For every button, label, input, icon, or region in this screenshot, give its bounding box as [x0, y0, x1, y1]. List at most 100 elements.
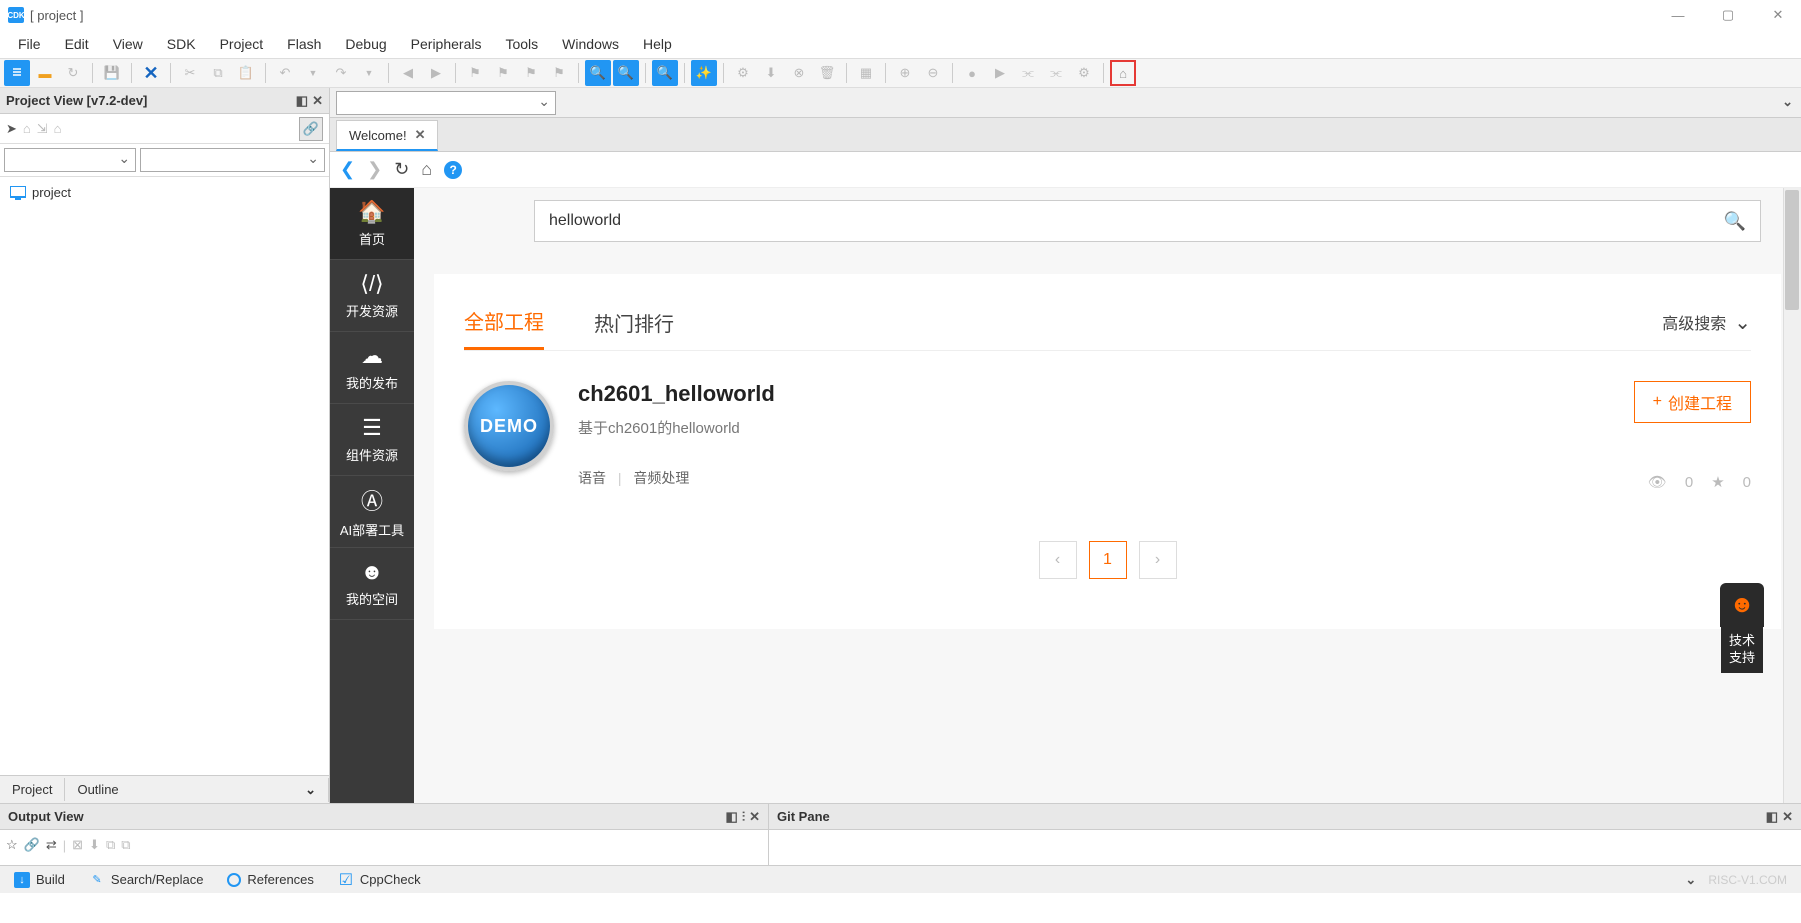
output-copy-icon[interactable]: ⧉	[106, 837, 115, 853]
menu-help[interactable]: Help	[633, 32, 682, 56]
menu-flash[interactable]: Flash	[277, 32, 331, 56]
menu-view[interactable]: View	[103, 32, 153, 56]
sidebar-dev-label: 开发资源	[346, 301, 398, 320]
project-view-bottom-tabs: Project Outline ⌄	[0, 775, 329, 803]
close-window-button[interactable]: ✕	[1763, 0, 1793, 30]
highlight-icon[interactable]: ✨	[691, 60, 717, 86]
circle-icon	[227, 873, 241, 887]
nav-refresh-icon[interactable]: ↻	[394, 159, 409, 180]
scrollbar-thumb[interactable]	[1785, 190, 1799, 310]
result-title[interactable]: ch2601_helloworld	[578, 381, 1610, 407]
editor-collapse-icon[interactable]: ⌄	[1782, 94, 1793, 110]
home-tree-icon[interactable]: ⌂	[23, 121, 31, 136]
result-tag-2[interactable]: 音频处理	[633, 470, 689, 486]
project-combo-1[interactable]	[4, 148, 136, 172]
welcome-sidebar: 🏠 首页 ⟨/⟩ 开发资源 ☁ 我的发布 ☰ 组件资源 Ⓐ AI部署工具	[330, 188, 414, 803]
monitor-icon	[10, 186, 26, 200]
search-icon[interactable]: 🔍	[1724, 211, 1746, 232]
page-next-button[interactable]: ›	[1139, 541, 1177, 579]
menu-edit[interactable]: Edit	[55, 32, 99, 56]
output-link-icon[interactable]: 🔗	[24, 837, 40, 853]
result-tag-1[interactable]: 语音	[578, 470, 606, 486]
search-files-icon[interactable]: 🔍	[652, 60, 678, 86]
project-tree[interactable]: project	[0, 177, 329, 775]
sidebar-item-home[interactable]: 🏠 首页	[330, 188, 414, 260]
menu-project[interactable]: Project	[210, 32, 274, 56]
link-editor-icon[interactable]: 🔗	[299, 117, 323, 141]
find-resource-icon[interactable]: 🔍	[613, 60, 639, 86]
minimize-button[interactable]: —	[1663, 0, 1693, 30]
bookmark-clear-icon: ⚑	[546, 60, 572, 86]
sidebar-item-my-space[interactable]: ☻ 我的空间	[330, 548, 414, 620]
editor-target-combo[interactable]	[336, 91, 556, 115]
tab-all-projects[interactable]: 全部工程	[464, 294, 544, 350]
home-icon[interactable]: ⌂	[1110, 60, 1136, 86]
output-clear-icon[interactable]: ⊠	[72, 837, 83, 853]
status-cppcheck-label: CppCheck	[360, 872, 421, 887]
main-area: Project View [v7.2-dev] ◧ ✕ ➤ ⌂ ⇲ ⌂ 🔗 pr…	[0, 88, 1801, 803]
status-tab-build[interactable]: ↓ Build	[4, 869, 75, 891]
status-references-label: References	[247, 872, 313, 887]
view-count: 0	[1685, 474, 1693, 491]
menu-sdk[interactable]: SDK	[157, 32, 206, 56]
search-input[interactable]	[549, 212, 1724, 230]
goto-home-icon[interactable]: ⌂	[54, 121, 62, 136]
project-combo-2[interactable]	[140, 148, 325, 172]
download-icon: ⬇	[758, 60, 784, 86]
create-project-button[interactable]: + 创建工程	[1634, 381, 1751, 423]
sidebar-item-dev-resources[interactable]: ⟨/⟩ 开发资源	[330, 260, 414, 332]
output-detach-icon[interactable]: ◧	[726, 809, 738, 825]
page-prev-button[interactable]: ‹	[1039, 541, 1077, 579]
git-detach-icon[interactable]: ◧	[1766, 809, 1778, 825]
tab-project[interactable]: Project	[0, 778, 65, 801]
output-pin-icon[interactable]: ⫶	[742, 809, 745, 825]
output-paste-icon[interactable]: ⧉	[121, 837, 130, 853]
sidebar-item-ai-deploy[interactable]: Ⓐ AI部署工具	[330, 476, 414, 548]
maximize-button[interactable]: ▢	[1713, 0, 1743, 30]
panel-close-icon[interactable]: ✕	[312, 93, 323, 109]
menu-peripherals[interactable]: Peripherals	[401, 32, 492, 56]
new-file-icon[interactable]	[4, 60, 30, 86]
menu-debug[interactable]: Debug	[335, 32, 396, 56]
welcome-scrollbar[interactable]	[1783, 188, 1801, 803]
build-icon: ↓	[14, 872, 30, 888]
collapse-tree-icon[interactable]: ⇲	[37, 121, 48, 137]
find-icon[interactable]: 🔍	[585, 60, 611, 86]
sidebar-item-my-publish[interactable]: ☁ 我的发布	[330, 332, 414, 404]
nav-back-icon[interactable]: ❮	[340, 159, 355, 180]
nav-forward-icon[interactable]: ❯	[367, 159, 382, 180]
save-icon: 💾	[99, 60, 125, 86]
tab-welcome-close-icon[interactable]: ✕	[415, 127, 426, 143]
tab-popular[interactable]: 热门排行	[594, 296, 674, 349]
tech-support-float[interactable]: ☻ 技术 支持	[1713, 583, 1771, 673]
nav-help-icon[interactable]: ?	[444, 161, 462, 179]
page-1-button[interactable]: 1	[1089, 541, 1127, 579]
unchain-icon: ⫘	[1043, 60, 1069, 86]
advanced-search[interactable]: 高级搜索 ⌄	[1662, 310, 1751, 335]
output-wrap-icon[interactable]: ⇄	[46, 837, 57, 853]
output-star-icon[interactable]: ☆	[6, 837, 18, 853]
project-view-panel: Project View [v7.2-dev] ◧ ✕ ➤ ⌂ ⇲ ⌂ 🔗 pr…	[0, 88, 330, 803]
menu-tools[interactable]: Tools	[495, 32, 548, 56]
open-folder-icon[interactable]: ▬	[32, 60, 58, 86]
app-icon: CDK	[8, 7, 24, 23]
output-close-icon[interactable]: ✕	[749, 809, 760, 825]
sidebar-item-components[interactable]: ☰ 组件资源	[330, 404, 414, 476]
output-save-icon[interactable]: ⬇	[89, 837, 100, 853]
status-tab-cppcheck[interactable]: ☑ CppCheck	[328, 869, 431, 891]
panel-detach-icon[interactable]: ◧	[296, 93, 308, 109]
nav-home-icon[interactable]: ⌂	[421, 159, 432, 180]
status-dropdown-icon[interactable]: ⌄	[1685, 872, 1696, 888]
tab-outline[interactable]: Outline ⌄	[65, 778, 329, 802]
tab-welcome[interactable]: Welcome! ✕	[336, 120, 438, 151]
menu-windows[interactable]: Windows	[552, 32, 629, 56]
status-tab-references[interactable]: References	[217, 869, 323, 890]
git-close-icon[interactable]: ✕	[1782, 809, 1793, 825]
close-all-icon[interactable]: ✕	[138, 60, 164, 86]
menu-file[interactable]: File	[8, 32, 51, 56]
tree-root-item[interactable]: project	[6, 183, 323, 202]
cursor-icon[interactable]: ➤	[6, 121, 17, 137]
advanced-search-label: 高级搜索	[1662, 310, 1726, 334]
status-tab-search[interactable]: ✎ Search/Replace	[79, 869, 214, 891]
bookmark-toggle-icon: ⚑	[462, 60, 488, 86]
